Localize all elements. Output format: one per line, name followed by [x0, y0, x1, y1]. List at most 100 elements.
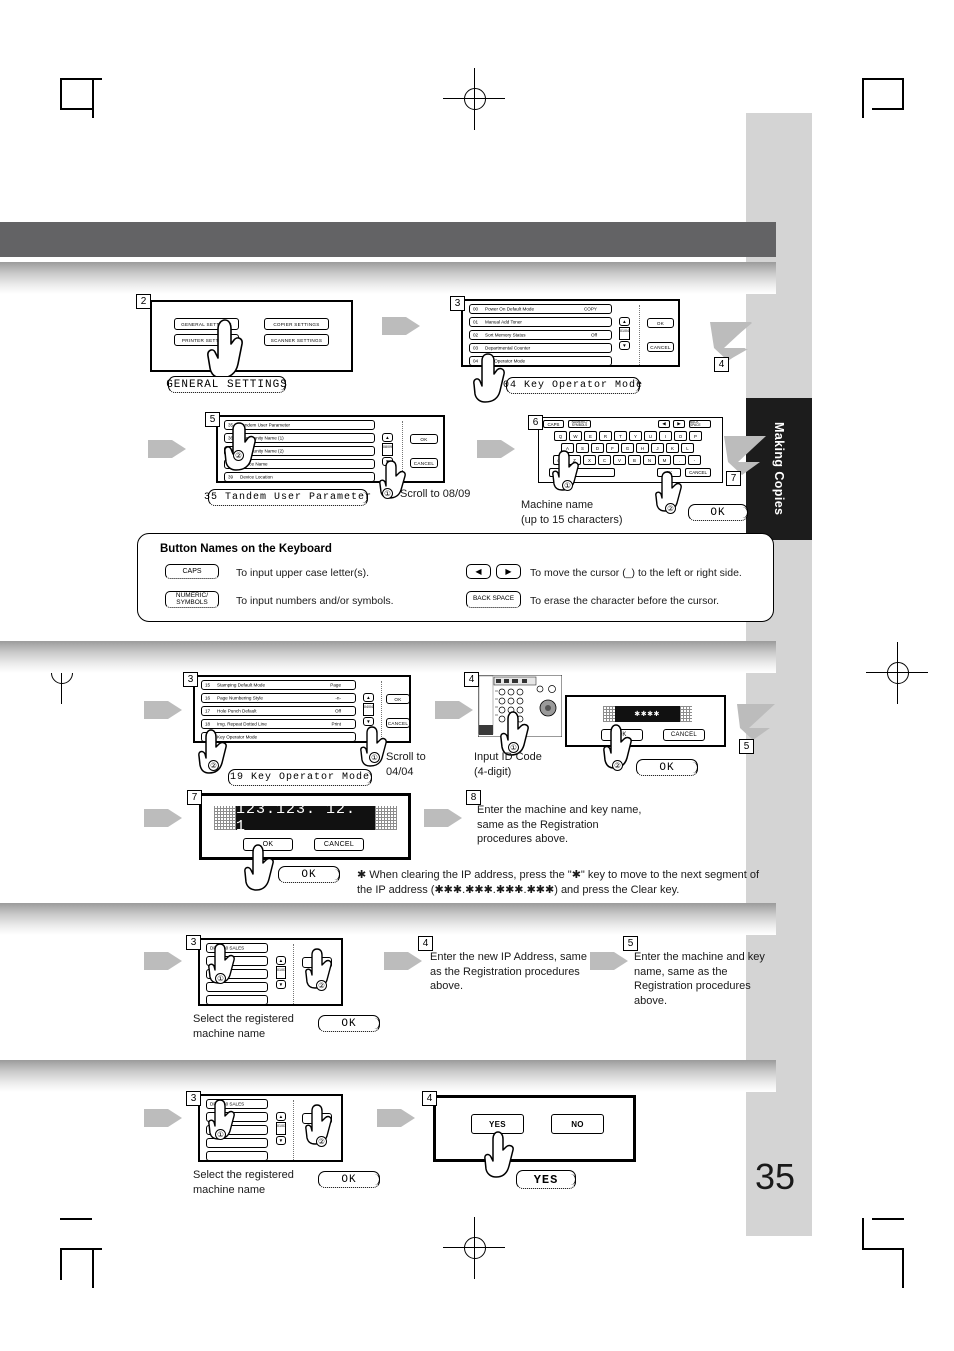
step-marker-2: ② [208, 760, 219, 771]
list-item[interactable] [206, 1151, 268, 1161]
list-item[interactable]: 16 Page Numbering Style -n- [201, 693, 356, 703]
scroll-up-button[interactable]: ▲ [363, 693, 374, 702]
key-period[interactable]: . [673, 455, 686, 465]
step-number-3: 3 [183, 672, 198, 687]
cancel-button[interactable]: CANCEL [410, 458, 438, 468]
key-k[interactable]: K [666, 443, 679, 453]
list-item-value: Page [330, 682, 341, 688]
caption-line-1: Select the registered [193, 1013, 294, 1025]
key-b[interactable]: B [628, 455, 641, 465]
ok-button[interactable]: OK [647, 318, 674, 328]
scroll-note: Scroll to 04/04 [386, 750, 426, 779]
key-i[interactable]: I [659, 431, 672, 441]
list-item[interactable]: 02 Sort Memory Status Off [469, 330, 612, 340]
key-f[interactable]: F [606, 443, 619, 453]
list-item[interactable]: 17 Hole Punch Default Off [201, 706, 356, 716]
caption-line-2: (4-digit) [474, 765, 512, 778]
list-item[interactable] [206, 995, 268, 1005]
key-x[interactable]: X [583, 455, 596, 465]
key-v[interactable]: V [613, 455, 626, 465]
key-t[interactable]: T [614, 431, 627, 441]
scroll-down-button[interactable]: ▼ [276, 980, 286, 989]
id-code-display: ✱✱✱✱ [615, 706, 680, 722]
key-m[interactable]: M [658, 455, 671, 465]
caption-line-2: (up to 15 characters) [521, 513, 623, 526]
scroll-up-button[interactable]: ▲ [276, 1112, 286, 1121]
scroll-up-button[interactable]: ▲ [382, 433, 393, 442]
key-y[interactable]: Y [629, 431, 642, 441]
list-item-label: Manual Add Toner [485, 319, 522, 325]
step-number-7: 7 [726, 471, 741, 486]
step-number-6: 6 [528, 415, 543, 430]
caption-line-1: Select the registered [193, 1169, 294, 1181]
caps-key[interactable]: CAPS [543, 420, 564, 428]
cursor-left-key[interactable]: ◀ [658, 420, 670, 428]
key-g[interactable]: G [621, 443, 634, 453]
list-item-value: Print [331, 721, 341, 727]
scroll-up-button[interactable]: ▲ [276, 956, 286, 965]
callout-general-settings: GENERAL SETTINGS [166, 376, 287, 393]
key-n[interactable]: N [643, 455, 656, 465]
crop-mark [60, 1248, 102, 1250]
key-hyphen[interactable]: - [688, 455, 701, 465]
list-item[interactable]: 39 Device Location [224, 472, 375, 482]
key-u[interactable]: U [644, 431, 657, 441]
key-h[interactable]: H [636, 443, 649, 453]
section-divider [0, 262, 776, 294]
back-space-key[interactable]: BACK SPACE [689, 420, 711, 428]
flow-arrow-icon [382, 313, 422, 344]
button-scanner-settings[interactable]: SCANNER SETTINGS [264, 334, 329, 346]
crop-mark [92, 78, 94, 118]
no-button[interactable]: NO [551, 1114, 604, 1134]
cursor-keys-description: To move the cursor (_) to the left or ri… [530, 567, 742, 579]
key-e[interactable]: E [584, 431, 597, 441]
key-w[interactable]: W [569, 431, 582, 441]
list-item-index: 15 [205, 682, 211, 688]
lcd-texture [603, 706, 615, 722]
caps-key-description: To input upper case letter(s). [236, 567, 370, 579]
ok-button[interactable]: OK [410, 434, 438, 444]
step-number-4: 4 [714, 357, 729, 372]
key-r[interactable]: R [599, 431, 612, 441]
numeric-symbols-key[interactable]: NUMERIC/ SYMBOLS [568, 420, 591, 428]
step-number-5: 5 [205, 412, 220, 427]
ok-button[interactable]: OK [386, 694, 410, 704]
list-item[interactable]: 01 Manual Add Toner [469, 317, 612, 327]
key-p[interactable]: P [689, 431, 702, 441]
cancel-button[interactable]: CANCEL [663, 729, 705, 741]
scroll-down-button[interactable]: ▼ [619, 341, 630, 350]
lcd-panel-general-settings: GENERAL SETTINGS COPIER SETTINGS PRINTER… [150, 300, 353, 379]
cancel-button[interactable]: CANCEL [685, 468, 711, 477]
step-number-2: 2 [136, 294, 151, 309]
step-number-3: 3 [186, 1091, 201, 1106]
step5-instruction: Enter the machine and key name, same as … [634, 951, 765, 1007]
step-number-5: 5 [623, 936, 638, 951]
callout-key-operator-mode: 04 Key Operator Mode [503, 377, 642, 394]
key-c[interactable]: C [598, 455, 611, 465]
key-l[interactable]: L [681, 443, 694, 453]
crop-mark [872, 1218, 904, 1220]
scroll-down-button[interactable]: ▼ [276, 1136, 286, 1145]
cancel-button[interactable]: CANCEL [314, 838, 364, 851]
numeric-symbols-key-description: To input numbers and/or symbols. [236, 595, 394, 607]
list-item-index: 16 [205, 695, 211, 701]
key-d[interactable]: D [591, 443, 604, 453]
button-copier-settings[interactable]: COPIER SETTINGS [264, 318, 329, 330]
key-q[interactable]: Q [554, 431, 567, 441]
caption-line-1: Input ID Code [474, 751, 542, 763]
list-item-index: 39 [228, 474, 234, 480]
cancel-button[interactable]: CANCEL [647, 342, 674, 352]
numeric-symbols-key-sample: NUMERIC/ SYMBOLS [165, 591, 219, 608]
key-j[interactable]: J [651, 443, 664, 453]
list-item[interactable]: 00 Power On Default Mode COPY [469, 304, 612, 314]
cursor-right-key[interactable]: ▶ [673, 420, 685, 428]
flow-arrow-icon [424, 805, 464, 836]
flow-arrow-icon [590, 948, 630, 979]
scroll-up-button[interactable]: ▲ [619, 317, 630, 326]
list-item[interactable]: 15 Stamping Default Mode Page [201, 680, 356, 690]
ip-address-display: 123.123. 12. 1 [236, 801, 375, 835]
caption-line-1: Machine name [521, 499, 594, 511]
key-o[interactable]: O [674, 431, 687, 441]
step-marker-1: ① [508, 742, 519, 753]
crop-mark [862, 1248, 904, 1250]
